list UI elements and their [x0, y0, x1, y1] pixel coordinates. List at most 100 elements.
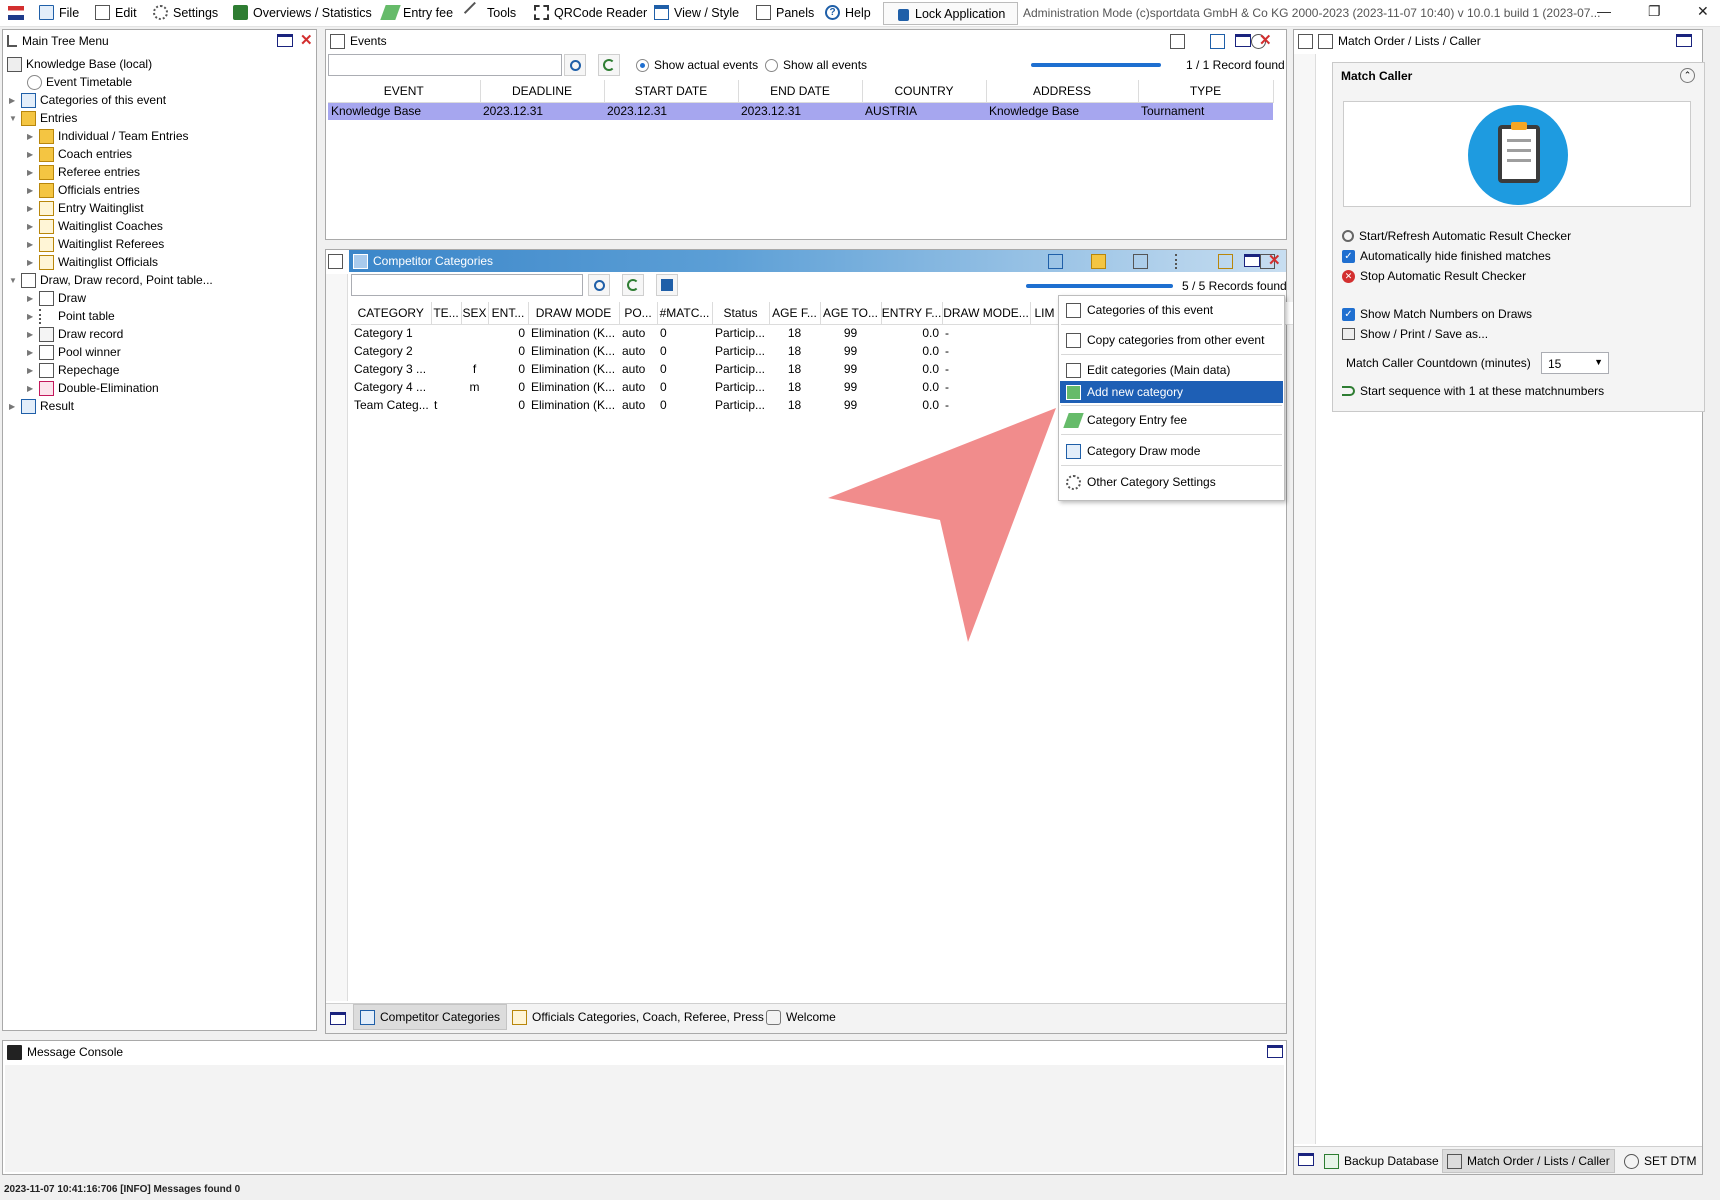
table-row[interactable]: Knowledge Base 2023.12.31 2023.12.31 202… [328, 102, 1273, 120]
menu-item-add-new-category[interactable]: Add new category [1060, 381, 1283, 403]
maximize-icon[interactable] [1244, 254, 1260, 267]
menu-item-edit-categories[interactable]: Edit categories (Main data) [1060, 359, 1283, 381]
expand-icon[interactable]: ▶ [27, 348, 35, 357]
tree-item-entries[interactable]: ▼ Entries [9, 109, 77, 127]
menu-panels[interactable]: Panels [756, 5, 814, 20]
expand-icon[interactable]: ▶ [9, 96, 17, 105]
col-matches[interactable]: #MATC... [657, 302, 713, 325]
expand-icon[interactable]: ▶ [27, 384, 35, 393]
close-icon[interactable]: ✕ [1268, 253, 1281, 268]
maximize-icon[interactable] [1676, 34, 1692, 47]
radio-show-all[interactable]: Show all events [765, 58, 867, 72]
tree-item-draw-group[interactable]: ▼ Draw, Draw record, Point table... [9, 271, 213, 289]
col-type[interactable]: TYPE [1138, 80, 1274, 103]
col-sex[interactable]: SEX [461, 302, 489, 325]
collapse-icon[interactable]: ▼ [9, 276, 17, 285]
col-entry-fee[interactable]: ENTRY F... [881, 302, 943, 325]
col-status[interactable]: Status [712, 302, 770, 325]
col-end-date[interactable]: END DATE [738, 80, 863, 103]
tree-item-categories[interactable]: ▶ Categories of this event [9, 91, 166, 109]
refresh-button[interactable] [598, 54, 620, 76]
menu-file[interactable]: File [39, 5, 79, 20]
col-country[interactable]: COUNTRY [862, 80, 987, 103]
menu-tools[interactable]: Tools [463, 1, 516, 24]
menu-settings[interactable]: Settings [153, 5, 218, 20]
save-button[interactable] [656, 274, 678, 296]
show-match-numbers-checkbox[interactable]: ✓ Show Match Numbers on Draws [1342, 307, 1532, 321]
start-sequence[interactable]: Start sequence with 1 at these matchnumb… [1342, 384, 1604, 398]
tree-item-waitinglist-referees[interactable]: ▶ Waitinglist Referees [27, 235, 164, 253]
menu-item-copy-categories[interactable]: Copy categories from other event [1060, 329, 1283, 351]
close-icon[interactable]: ✕ [1259, 33, 1272, 48]
tree-item-waitinglist-officials[interactable]: ▶ Waitinglist Officials [27, 253, 158, 271]
search-button[interactable] [564, 54, 586, 76]
expand-icon[interactable]: ▶ [27, 366, 35, 375]
panel-menu-icon[interactable] [1298, 33, 1313, 49]
tree-item-entry-waitinglist[interactable]: ▶ Entry Waitinglist [27, 199, 144, 217]
toolbar-paste-icon[interactable] [1090, 254, 1106, 269]
menu-item-categories-of-event[interactable]: Categories of this event [1060, 299, 1283, 321]
minimize-icon[interactable]: — [1597, 3, 1611, 19]
col-draw-mode[interactable]: DRAW MODE [528, 302, 620, 325]
tab-match-order[interactable]: Match Order / Lists / Caller [1442, 1149, 1615, 1173]
col-deadline[interactable]: DEADLINE [480, 80, 605, 103]
tree-item-repechage[interactable]: ▶ Repechage [27, 361, 119, 379]
tree-item-waitinglist-coaches[interactable]: ▶ Waitinglist Coaches [27, 217, 163, 235]
categories-search-input[interactable] [351, 274, 583, 296]
menu-edit[interactable]: Edit [95, 5, 137, 20]
toolbar-list-icon[interactable] [1175, 254, 1190, 269]
expand-icon[interactable]: ▶ [27, 168, 35, 177]
panel-menu-icon[interactable] [328, 254, 343, 269]
col-address[interactable]: ADDRESS [986, 80, 1139, 103]
tab-set-dtm[interactable]: SET DTM [1620, 1149, 1700, 1173]
menu-item-entry-fee[interactable]: Category Entry fee [1060, 409, 1283, 431]
refresh-button[interactable] [622, 274, 644, 296]
tree-item-draw[interactable]: ▶ Draw [27, 289, 86, 307]
col-category[interactable]: CATEGORY [351, 302, 432, 325]
menu-qrcode[interactable]: QRCode Reader [534, 5, 647, 20]
menu-entry-fee[interactable]: Entry fee [380, 5, 453, 20]
toolbar-folder-icon[interactable] [1048, 254, 1064, 269]
menu-overviews[interactable]: Overviews / Statistics [233, 5, 372, 20]
maximize-icon[interactable] [1298, 1153, 1314, 1166]
tree-item-event-timetable[interactable]: Event Timetable [27, 73, 132, 91]
expand-icon[interactable]: ▶ [27, 132, 35, 141]
tree-item-coach-entries[interactable]: ▶ Coach entries [27, 145, 132, 163]
maximize-icon[interactable] [1235, 34, 1251, 47]
col-pool[interactable]: PO... [619, 302, 658, 325]
restore-icon[interactable]: ❐ [1648, 3, 1661, 20]
maximize-icon[interactable] [330, 1012, 346, 1025]
menu-help[interactable]: ? Help [825, 5, 871, 20]
col-start-date[interactable]: START DATE [604, 80, 739, 103]
expand-icon[interactable]: ▶ [27, 330, 35, 339]
countdown-select[interactable]: 15 ▼ [1541, 352, 1609, 374]
expand-icon[interactable]: ▶ [27, 222, 35, 231]
tab-backup-database[interactable]: Backup Database [1320, 1149, 1443, 1173]
col-age-to[interactable]: AGE TO... [820, 302, 882, 325]
maximize-icon[interactable] [1267, 1045, 1283, 1058]
tab-officials-categories[interactable]: Officials Categories, Coach, Referee, Pr… [506, 1004, 770, 1030]
col-event[interactable]: EVENT [328, 80, 481, 103]
col-entries[interactable]: ENT... [488, 302, 529, 325]
tree-item-officials-entries[interactable]: ▶ Officials entries [27, 181, 140, 199]
expand-icon[interactable]: ▶ [27, 240, 35, 249]
search-button[interactable] [588, 274, 610, 296]
tree-item-draw-record[interactable]: ▶ Draw record [27, 325, 123, 343]
menu-item-other-settings[interactable]: Other Category Settings [1060, 471, 1283, 493]
tree-item-pool-winner[interactable]: ▶ Pool winner [27, 343, 121, 361]
col-team[interactable]: TE... [431, 302, 462, 325]
menu-item-draw-mode[interactable]: Category Draw mode [1060, 440, 1283, 462]
close-window-icon[interactable]: ✕ [1697, 3, 1709, 20]
tree-item-point-table[interactable]: ▶ Point table [27, 307, 115, 325]
collapse-section-icon[interactable]: ⌃ [1680, 68, 1695, 83]
tree-item-referee-entries[interactable]: ▶ Referee entries [27, 163, 140, 181]
tab-competitor-categories[interactable]: Competitor Categories [353, 1004, 508, 1030]
tree-item-result[interactable]: ▶ Result [9, 397, 74, 415]
tree-item-knowledge-base[interactable]: Knowledge Base (local) [7, 55, 152, 73]
maximize-icon[interactable] [277, 34, 293, 47]
toolbar-form-icon[interactable] [1133, 254, 1149, 269]
events-search-input[interactable] [328, 54, 562, 76]
expand-icon[interactable]: ▶ [27, 312, 35, 321]
expand-icon[interactable]: ▶ [9, 402, 17, 411]
tree-item-individual-team-entries[interactable]: ▶ Individual / Team Entries [27, 127, 189, 145]
